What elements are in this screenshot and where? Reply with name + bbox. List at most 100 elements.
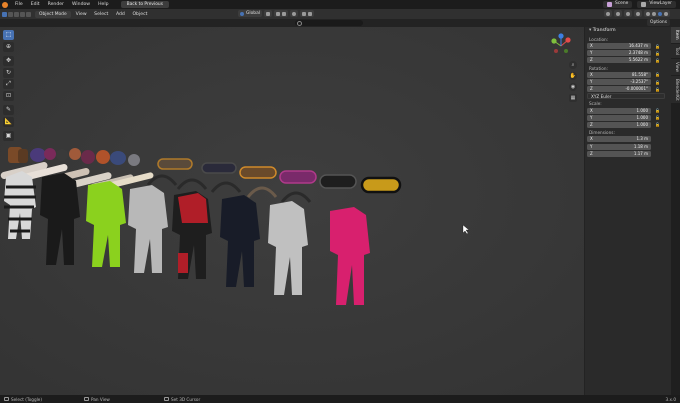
add-cube-tool[interactable]: ▣ xyxy=(3,130,14,141)
helmet-model[interactable] xyxy=(56,149,68,161)
3d-viewport[interactable]: ⌕ ✋ ◉ ▦ xyxy=(0,27,584,395)
overlay-toggle[interactable] xyxy=(624,10,632,17)
xray-toggle[interactable] xyxy=(634,10,642,17)
menu-add[interactable]: Add xyxy=(113,12,128,17)
rotation-x-field[interactable]: X 81.558° xyxy=(587,71,651,78)
lock-icon[interactable]: 🔓 xyxy=(651,51,661,56)
goggles-model[interactable] xyxy=(279,170,317,184)
rotation-mode-dropdown[interactable]: XYZ Euler xyxy=(587,92,665,100)
proportional-edit-toggle[interactable] xyxy=(290,10,299,17)
scene-selector[interactable]: Scene xyxy=(602,1,633,8)
goggles-model[interactable] xyxy=(201,162,237,174)
lock-icon[interactable]: 🔓 xyxy=(651,87,661,92)
zoom-icon[interactable]: ⌕ xyxy=(569,61,577,69)
view-object-types[interactable] xyxy=(604,10,612,17)
helmet-model[interactable] xyxy=(96,150,110,164)
solid-shading-icon[interactable] xyxy=(652,11,656,16)
rotation-z-field[interactable]: Z -0.000001° xyxy=(587,86,651,93)
x-axis-icon[interactable] xyxy=(565,37,571,43)
tab-view[interactable]: View xyxy=(671,58,680,75)
lock-icon[interactable]: 🔓 xyxy=(651,58,661,63)
boot-model[interactable] xyxy=(18,149,28,163)
select-box-tool[interactable]: ⬚ xyxy=(3,30,14,40)
gizmo-toggle[interactable] xyxy=(614,10,622,17)
pivot-point-dropdown[interactable] xyxy=(264,10,273,17)
wireframe-shading-icon[interactable] xyxy=(646,11,650,16)
neg-y-axis-icon[interactable] xyxy=(564,49,568,53)
camera-icon[interactable]: ◉ xyxy=(569,83,577,91)
transform-tool[interactable]: ⊡ xyxy=(3,91,14,102)
perspective-toggle-icon[interactable]: ▦ xyxy=(569,94,577,102)
view-layer-icon xyxy=(641,1,647,7)
menu-select[interactable]: Select xyxy=(91,12,111,17)
lock-icon[interactable]: 🔓 xyxy=(651,44,661,49)
status-text: Pan View xyxy=(91,396,110,402)
field-value: 2.3748 m xyxy=(628,50,648,56)
goggles-model[interactable] xyxy=(157,158,193,170)
location-z-field[interactable]: Z 5.5622 m xyxy=(587,57,651,64)
visibility-toggle-group[interactable] xyxy=(300,10,315,17)
dimensions-x-field[interactable]: X 1.3 m xyxy=(587,136,651,143)
helmet-model[interactable] xyxy=(110,151,126,165)
select-new-icon[interactable] xyxy=(8,11,13,17)
menu-help[interactable]: Help xyxy=(94,2,112,7)
helmet-model[interactable] xyxy=(30,148,46,162)
location-y-field[interactable]: Y 2.3748 m xyxy=(587,50,651,57)
snap-toggle[interactable] xyxy=(274,10,289,17)
dimensions-z-field[interactable]: Z 1.17 m xyxy=(587,150,651,157)
asset-search-input[interactable] xyxy=(295,20,363,26)
tab-tool[interactable]: Tool xyxy=(671,43,680,58)
lock-icon[interactable]: 🔓 xyxy=(651,80,661,85)
blender-logo-icon[interactable] xyxy=(2,1,8,8)
shading-mode-buttons[interactable] xyxy=(644,10,670,17)
cursor-tool[interactable]: ⊕ xyxy=(3,41,14,52)
measure-tool[interactable]: 📐 xyxy=(3,116,14,127)
goggles-model[interactable] xyxy=(239,166,277,179)
tab-item[interactable]: Item xyxy=(671,27,680,43)
location-x-field[interactable]: X 16.437 m xyxy=(587,43,651,50)
transform-section-header[interactable]: Transform xyxy=(585,27,671,35)
lock-icon[interactable]: 🔓 xyxy=(651,72,661,77)
lock-icon[interactable]: 🔓 xyxy=(651,108,661,113)
helmet-model[interactable] xyxy=(128,154,140,166)
dimensions-y-field[interactable]: Y 1.18 m xyxy=(587,143,651,150)
lock-icon[interactable]: 🔓 xyxy=(651,115,661,120)
scale-z-field[interactable]: Z 1.000 xyxy=(587,121,651,128)
goggles-model[interactable] xyxy=(360,176,402,194)
neg-x-axis-icon[interactable] xyxy=(554,49,558,53)
helmet-model[interactable] xyxy=(44,148,56,160)
select-intersect-icon[interactable] xyxy=(26,11,31,17)
rotate-tool[interactable]: ↻ xyxy=(3,67,14,78)
helmet-model[interactable] xyxy=(69,148,81,160)
helmet-model[interactable] xyxy=(81,150,95,164)
rotation-y-field[interactable]: Y -3.2537° xyxy=(587,79,651,86)
scale-tool[interactable]: ⤢ xyxy=(3,79,14,90)
tab-blenderkit[interactable]: BlenderKit xyxy=(671,75,680,104)
material-shading-icon[interactable] xyxy=(658,11,662,16)
scale-y-field[interactable]: Y 1.000 xyxy=(587,114,651,121)
goggles-model[interactable] xyxy=(319,174,357,189)
menu-file[interactable]: File xyxy=(11,2,27,7)
move-tool[interactable]: ✥ xyxy=(3,55,14,66)
select-subtract-icon[interactable] xyxy=(20,11,25,17)
y-axis-icon[interactable] xyxy=(551,38,557,44)
scale-x-field[interactable]: X 1.000 xyxy=(587,107,651,114)
object-mode-dropdown[interactable]: Object Mode xyxy=(35,10,71,18)
menu-edit[interactable]: Edit xyxy=(27,2,44,7)
magnet-icon xyxy=(276,11,281,16)
menu-object[interactable]: Object xyxy=(129,12,150,17)
menu-window[interactable]: Window xyxy=(68,2,94,7)
menu-render[interactable]: Render xyxy=(44,2,68,7)
options-dropdown[interactable]: Options xyxy=(647,19,670,26)
select-extend-icon[interactable] xyxy=(14,11,19,17)
annotate-tool[interactable]: ✎ xyxy=(3,105,14,116)
z-axis-icon[interactable] xyxy=(558,33,564,39)
rendered-shading-icon[interactable] xyxy=(664,11,668,16)
transform-orientation-dropdown[interactable]: Global xyxy=(238,10,263,17)
view-layer-selector[interactable]: ViewLayer xyxy=(637,1,676,8)
back-to-previous-button[interactable]: Back to Previous xyxy=(120,1,169,8)
pan-hand-icon[interactable]: ✋ xyxy=(569,72,577,80)
lock-icon[interactable]: 🔓 xyxy=(651,122,661,127)
menu-view[interactable]: View xyxy=(73,12,90,17)
editor-type-icon[interactable] xyxy=(2,11,7,17)
